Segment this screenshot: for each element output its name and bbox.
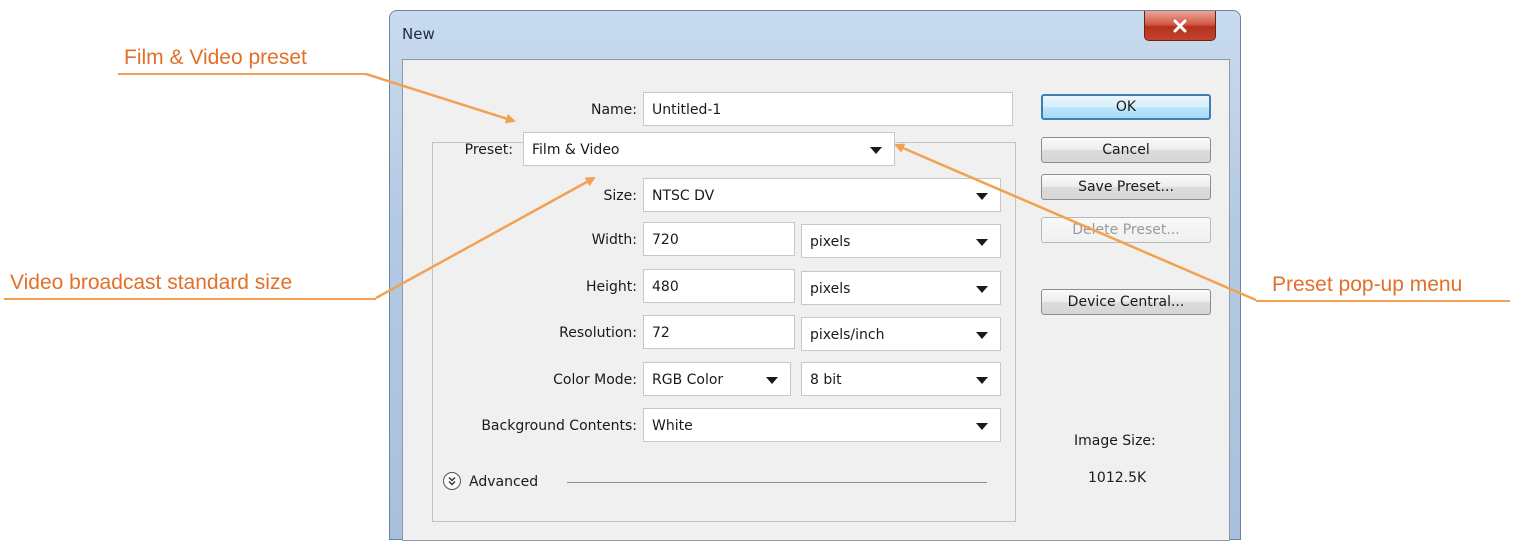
- resolution-field[interactable]: 72: [643, 315, 795, 349]
- advanced-toggle-button[interactable]: [443, 472, 461, 490]
- preset-dropdown[interactable]: Film & Video: [523, 132, 895, 166]
- dropdown-arrow-icon: [976, 377, 988, 384]
- dropdown-arrow-icon: [976, 423, 988, 430]
- dropdown-arrow-icon: [976, 239, 988, 246]
- background-contents-value: White: [652, 418, 693, 434]
- background-contents-dropdown[interactable]: White: [643, 408, 1001, 442]
- dropdown-arrow-icon: [870, 147, 882, 154]
- color-mode-value: RGB Color: [652, 372, 724, 388]
- save-preset-button[interactable]: Save Preset...: [1041, 174, 1211, 200]
- width-label: Width:: [591, 232, 637, 248]
- image-size-value: 1012.5K: [1088, 470, 1147, 486]
- dropdown-arrow-icon: [976, 286, 988, 293]
- color-mode-label: Color Mode:: [553, 372, 637, 388]
- size-dropdown-value: NTSC DV: [652, 188, 715, 204]
- height-unit-value: pixels: [810, 281, 851, 297]
- dropdown-arrow-icon: [976, 332, 988, 339]
- close-x-icon: [1173, 19, 1187, 32]
- callout-film-video-preset: Film & Video preset: [124, 46, 307, 69]
- height-unit-dropdown[interactable]: pixels: [801, 271, 1001, 305]
- advanced-label[interactable]: Advanced: [469, 474, 538, 490]
- resolution-unit-value: pixels/inch: [810, 327, 885, 343]
- callout-preset-popup-menu: Preset pop-up menu: [1272, 273, 1463, 296]
- chevron-double-down-icon: [448, 477, 456, 486]
- size-dropdown[interactable]: NTSC DV: [643, 178, 1001, 212]
- color-mode-dropdown[interactable]: RGB Color: [643, 362, 791, 396]
- width-unit-dropdown[interactable]: pixels: [801, 224, 1001, 258]
- dialog-client-area: Name: Untitled-1 Preset: Film & Video Si…: [402, 59, 1230, 541]
- callout-underline: [4, 298, 376, 300]
- name-label: Name:: [590, 102, 637, 118]
- resolution-label: Resolution:: [559, 325, 637, 341]
- ok-button[interactable]: OK: [1041, 94, 1211, 120]
- width-field[interactable]: 720: [643, 222, 795, 256]
- bit-depth-value: 8 bit: [810, 372, 842, 388]
- callout-underline: [118, 73, 366, 75]
- cancel-button[interactable]: Cancel: [1041, 137, 1211, 163]
- dropdown-arrow-icon: [766, 377, 778, 384]
- background-contents-label: Background Contents:: [481, 418, 637, 434]
- close-button[interactable]: [1144, 11, 1216, 41]
- delete-preset-button[interactable]: Delete Preset...: [1041, 217, 1211, 243]
- size-label: Size:: [603, 188, 637, 204]
- dialog-title: New: [402, 25, 435, 43]
- new-document-dialog: New Name: Untitled-1 Preset: Film & Vide…: [389, 10, 1241, 541]
- callout-video-broadcast-size: Video broadcast standard size: [10, 271, 293, 294]
- image-size-label: Image Size:: [1074, 433, 1156, 449]
- advanced-divider: [567, 482, 987, 483]
- device-central-button[interactable]: Device Central...: [1041, 289, 1211, 315]
- preset-label: Preset:: [443, 143, 517, 157]
- preset-dropdown-value: Film & Video: [532, 142, 620, 158]
- width-unit-value: pixels: [810, 234, 851, 250]
- dropdown-arrow-icon: [976, 193, 988, 200]
- resolution-unit-dropdown[interactable]: pixels/inch: [801, 317, 1001, 351]
- bit-depth-dropdown[interactable]: 8 bit: [801, 362, 1001, 396]
- name-field[interactable]: Untitled-1: [643, 92, 1013, 126]
- height-label: Height:: [586, 279, 637, 295]
- height-field[interactable]: 480: [643, 269, 795, 303]
- callout-underline: [1256, 300, 1510, 302]
